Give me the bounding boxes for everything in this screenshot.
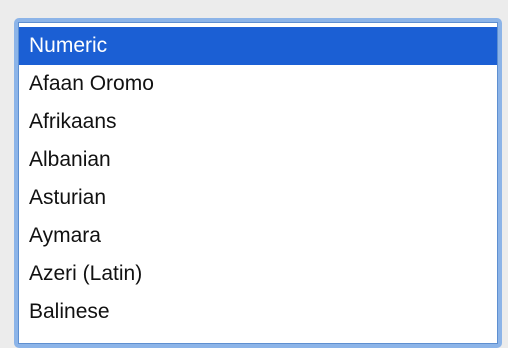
list-item-afrikaans[interactable]: Afrikaans — [19, 103, 497, 141]
language-listbox[interactable]: Numeric Afaan Oromo Afrikaans Albanian A… — [18, 22, 498, 344]
list-item-azeri-latin[interactable]: Azeri (Latin) — [19, 255, 497, 293]
list-item-albanian[interactable]: Albanian — [19, 141, 497, 179]
list-item-balinese[interactable]: Balinese — [19, 293, 497, 331]
list-item-numeric[interactable]: Numeric — [19, 27, 497, 65]
list-item-afaan-oromo[interactable]: Afaan Oromo — [19, 65, 497, 103]
list-item-aymara[interactable]: Aymara — [19, 217, 497, 255]
language-listbox-focus-ring: Numeric Afaan Oromo Afrikaans Albanian A… — [14, 18, 502, 348]
list-item-asturian[interactable]: Asturian — [19, 179, 497, 217]
